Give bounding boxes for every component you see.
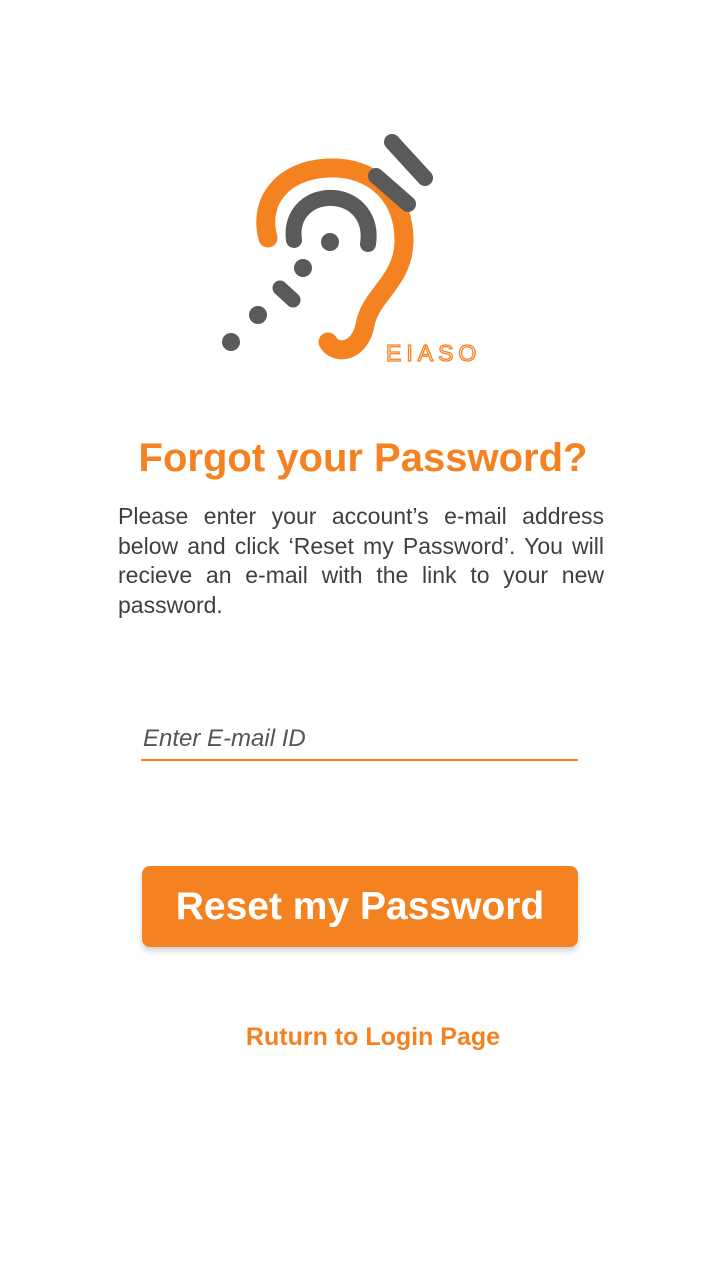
reset-password-button[interactable]: Reset my Password (142, 866, 578, 947)
email-field[interactable] (141, 718, 578, 761)
eiaso-logo: EIASO (210, 120, 510, 370)
return-to-login-link[interactable]: Ruturn to Login Page (0, 1022, 720, 1052)
hearing-ear-icon: EIASO (222, 134, 481, 367)
instructions-text: Please enter your account’s e-mail addre… (118, 503, 604, 618)
email-input[interactable] (141, 718, 578, 759)
logo-wordmark: EIASO (386, 340, 481, 366)
page-title: Forgot your Password? (138, 436, 588, 480)
